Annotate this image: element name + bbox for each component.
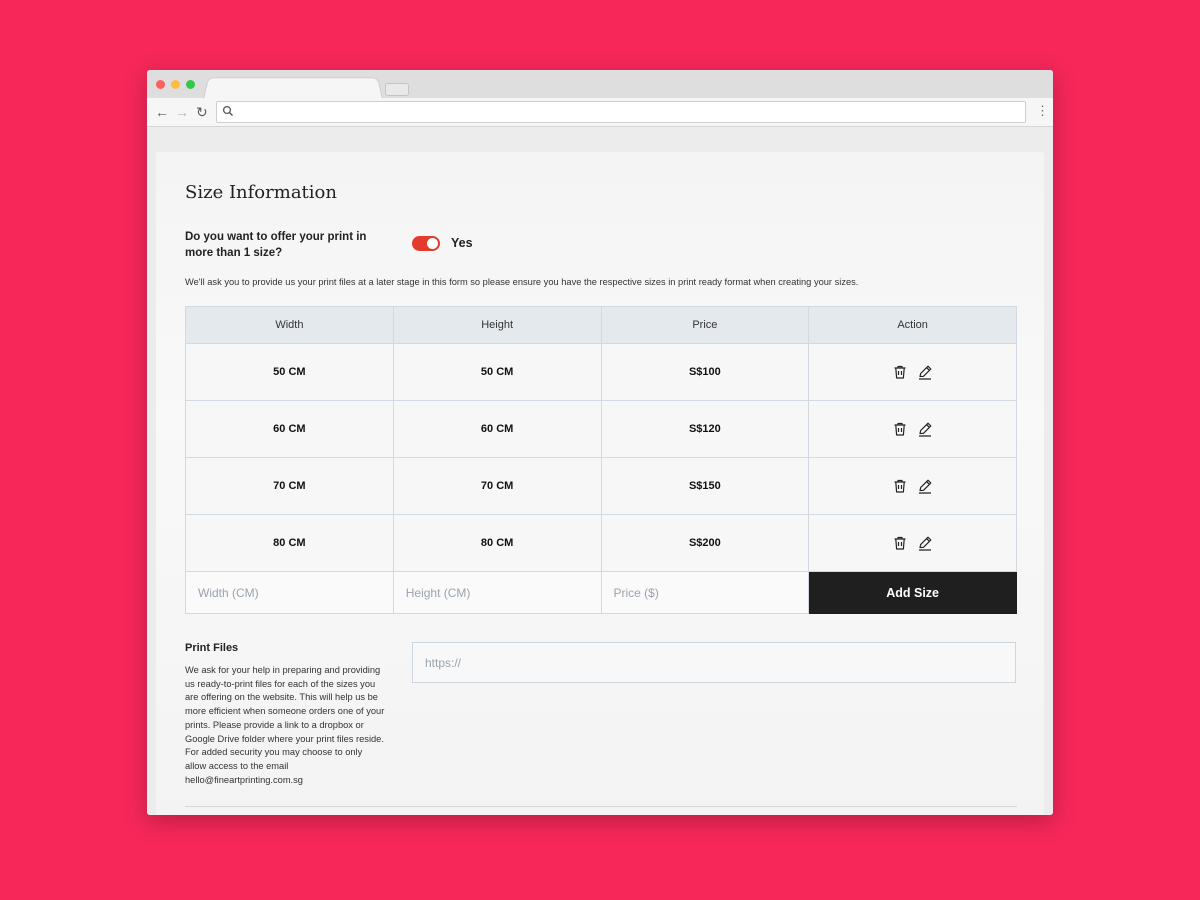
table-row: 70 CM 70 CM S$150 [185,457,1017,515]
cell-width: 80 CM [185,514,394,572]
cell-width: 50 CM [185,343,394,401]
size-note: We'll ask you to provide us your print f… [185,277,859,287]
search-icon [222,105,233,116]
height-input[interactable] [393,572,601,613]
trash-icon[interactable] [892,421,908,437]
add-size-row: Add Size [185,571,1017,614]
cell-height: 60 CM [392,400,602,458]
close-window-button[interactable] [156,80,165,89]
column-header-action: Action [808,306,1017,344]
height-input-cell [392,571,602,614]
forward-button[interactable]: → [175,103,189,121]
price-input-cell [600,571,810,614]
minimize-window-button[interactable] [171,80,180,89]
pencil-icon[interactable] [917,364,933,380]
section-divider [185,806,1017,807]
cell-price: S$200 [600,514,810,572]
tab-bar [147,70,1053,99]
address-bar[interactable] [216,101,1026,123]
page-content: Size Information Do you want to offer yo… [147,127,1053,815]
column-header-height: Height [392,306,602,344]
cell-height: 80 CM [392,514,602,572]
browser-toolbar: ← → ↻ ⋮ [147,98,1053,127]
price-input[interactable] [601,572,809,613]
multi-size-question: Do you want to offer your print in more … [185,231,367,259]
cell-height: 50 CM [392,343,602,401]
pencil-icon[interactable] [917,535,933,551]
print-files-url-input[interactable] [412,642,1016,683]
sizes-table: Width Height Price Action 50 CM 50 CM S$… [185,306,1017,614]
reload-button[interactable]: ↻ [196,103,208,121]
table-header-row: Width Height Price Action [185,306,1017,344]
width-input[interactable] [186,572,393,613]
cell-price: S$100 [600,343,810,401]
browser-window: ← → ↻ ⋮ Size Information Do you want to … [147,70,1053,815]
cell-price: S$150 [600,457,810,515]
maximize-window-button[interactable] [186,80,195,89]
print-files-title: Print Files [185,642,239,654]
toggle-label: Yes [451,236,473,250]
trash-icon[interactable] [892,535,908,551]
width-input-cell [185,571,394,614]
cell-width: 70 CM [185,457,394,515]
add-size-button[interactable]: Add Size [809,572,1016,613]
cell-height: 70 CM [392,457,602,515]
pencil-icon[interactable] [917,421,933,437]
cell-actions [808,343,1017,401]
section-title: Size Information [185,182,337,203]
print-files-description: We ask for your help in preparing and pr… [185,665,385,785]
new-tab-button[interactable] [385,83,409,96]
table-row: 80 CM 80 CM S$200 [185,514,1017,572]
table-row: 50 CM 50 CM S$100 [185,343,1017,401]
size-information-card: Size Information Do you want to offer yo… [156,152,1044,815]
cell-actions [808,400,1017,458]
trash-icon[interactable] [892,364,908,380]
browser-tab[interactable] [203,77,383,99]
column-header-price: Price [600,306,810,344]
multi-size-toggle[interactable] [412,236,440,251]
back-button[interactable]: ← [155,103,169,121]
cell-actions [808,457,1017,515]
table-row: 60 CM 60 CM S$120 [185,400,1017,458]
cell-actions [808,514,1017,572]
trash-icon[interactable] [892,478,908,494]
cell-price: S$120 [600,400,810,458]
browser-menu-button[interactable]: ⋮ [1036,103,1049,119]
column-header-width: Width [185,306,394,344]
pencil-icon[interactable] [917,478,933,494]
toggle-knob [427,238,438,249]
add-size-cell: Add Size [808,571,1017,614]
cell-width: 60 CM [185,400,394,458]
